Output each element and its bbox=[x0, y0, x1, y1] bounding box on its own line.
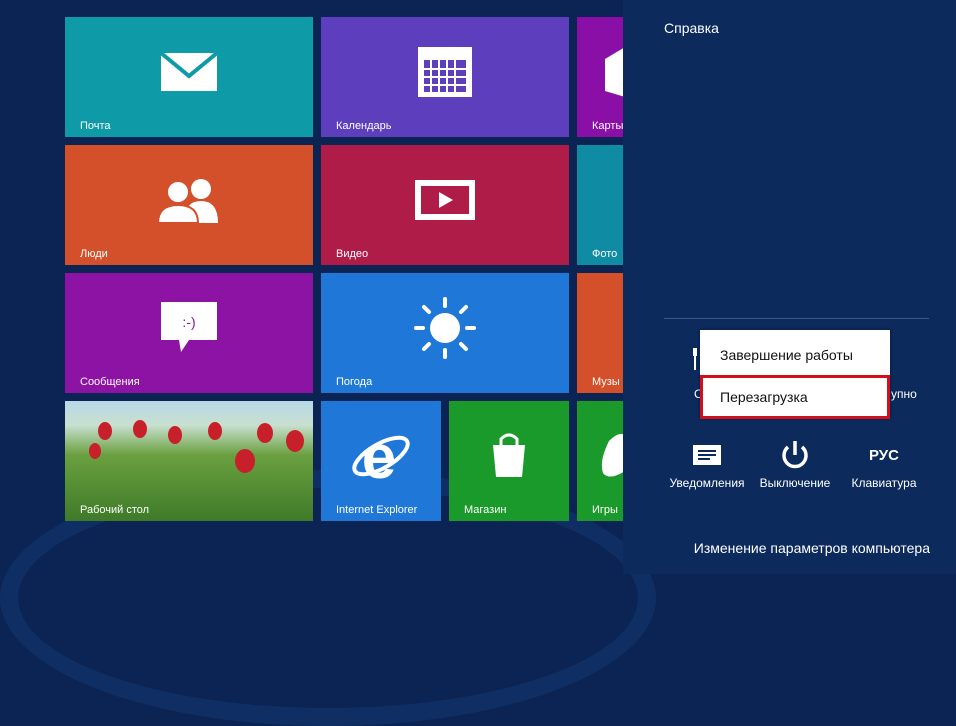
weather-icon bbox=[414, 297, 476, 360]
tile-desktop[interactable]: Рабочий стол bbox=[65, 401, 313, 521]
tile-label: Календарь bbox=[336, 120, 392, 132]
power-menu: Завершение работы Перезагрузка bbox=[700, 330, 890, 419]
people-icon bbox=[156, 179, 218, 224]
svg-text::-): :-) bbox=[182, 314, 195, 330]
tile-people[interactable]: Люди bbox=[65, 145, 313, 265]
desktop-icon bbox=[89, 420, 304, 473]
network-icon[interactable] bbox=[691, 348, 699, 370]
tile-label: Люди bbox=[80, 248, 108, 260]
help-link[interactable]: Справка bbox=[664, 20, 719, 36]
keyboard-language-indicator: РУС bbox=[869, 446, 899, 464]
tile-internet-explorer[interactable]: e Internet Explorer bbox=[321, 401, 441, 521]
ie-icon: e bbox=[352, 426, 410, 486]
tile-maps[interactable]: Карты bbox=[577, 17, 623, 137]
tile-games[interactable]: Игры bbox=[577, 401, 623, 521]
mail-icon bbox=[160, 52, 218, 92]
tile-music[interactable]: Музы bbox=[577, 273, 623, 393]
tile-label: Рабочий стол bbox=[80, 504, 150, 516]
tile-calendar[interactable]: Календарь bbox=[321, 17, 569, 137]
keyboard-label: Клавиатура bbox=[851, 476, 917, 490]
tile-video[interactable]: Видео bbox=[321, 145, 569, 265]
change-pc-settings-link[interactable]: Изменение параметров компьютера bbox=[694, 540, 930, 556]
maps-icon bbox=[605, 48, 623, 97]
tile-label: Сообщения bbox=[80, 376, 140, 388]
tile-label: Магазин bbox=[464, 504, 507, 516]
tile-label: Internet Explorer bbox=[336, 504, 418, 516]
tile-label: Почта bbox=[80, 120, 111, 132]
tile-label: Игры bbox=[592, 504, 618, 516]
shutdown-menu-item[interactable]: Завершение работы bbox=[700, 335, 890, 375]
divider bbox=[664, 318, 929, 319]
power-label: Выключение bbox=[759, 476, 831, 490]
tile-label: Карты bbox=[592, 120, 623, 132]
games-icon bbox=[601, 433, 623, 477]
keyboard-button[interactable]: РУС Клавиатура bbox=[839, 440, 929, 491]
svg-text:e: e bbox=[362, 426, 396, 486]
tile-mail[interactable]: Почта bbox=[65, 17, 313, 137]
calendar-icon bbox=[418, 47, 472, 98]
tile-label: Музы bbox=[592, 376, 620, 388]
tile-label: Фото bbox=[592, 248, 618, 260]
power-icon bbox=[782, 441, 808, 469]
messaging-icon: :-) bbox=[161, 302, 217, 353]
notifications-label: Уведомления bbox=[669, 476, 745, 490]
video-icon bbox=[415, 180, 475, 221]
tile-label: Погода bbox=[336, 376, 373, 388]
restart-menu-item[interactable]: Перезагрузка bbox=[700, 375, 890, 419]
tile-weather[interactable]: Погода bbox=[321, 273, 569, 393]
notifications-icon bbox=[693, 445, 721, 465]
notifications-button[interactable]: Уведомления bbox=[662, 440, 752, 490]
tile-store[interactable]: Магазин bbox=[449, 401, 569, 521]
tile-messaging[interactable]: :-) Сообщения bbox=[65, 273, 313, 393]
availability-label: упно bbox=[891, 387, 917, 401]
tile-photos[interactable]: Фото bbox=[577, 145, 623, 265]
power-button[interactable]: Выключение bbox=[750, 440, 840, 490]
store-icon bbox=[493, 433, 525, 478]
tile-label: Видео bbox=[336, 248, 369, 260]
